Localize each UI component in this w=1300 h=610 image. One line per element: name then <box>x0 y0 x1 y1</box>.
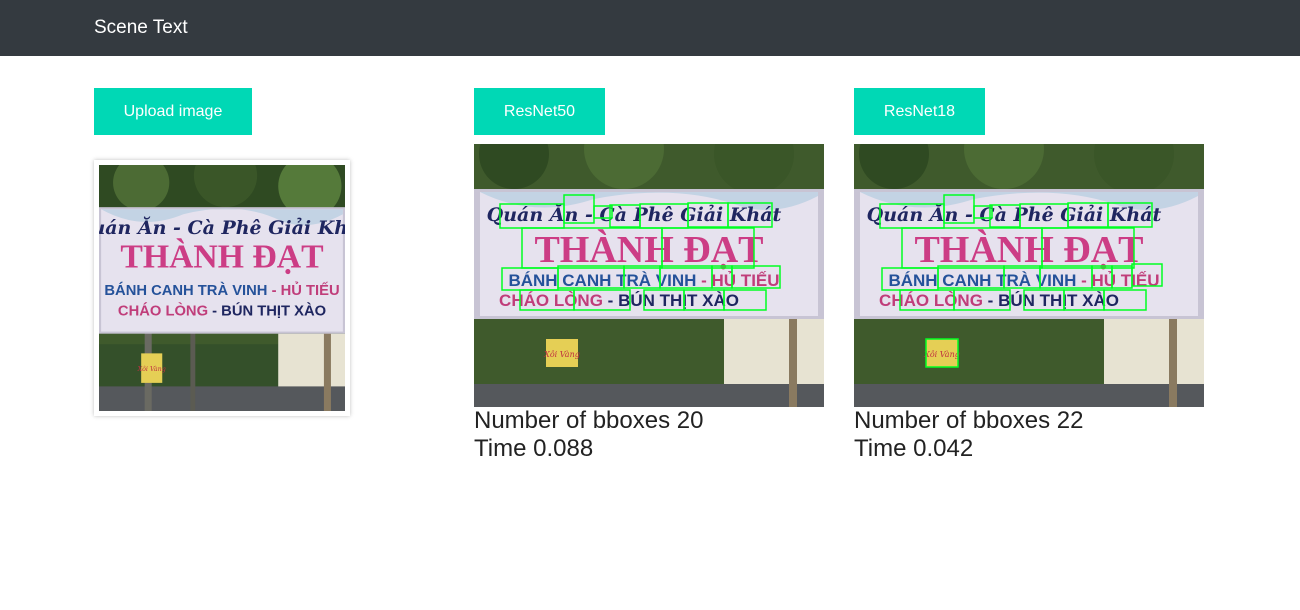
sign-small-text: Xôi Vàng <box>137 366 166 373</box>
result-sign-line3b: HỦ TIẾU <box>712 271 780 290</box>
svg-text:BÁNH CANH TRÀ VINH -: BÁNH CANH TRÀ VINH - HỦ TIẾU <box>104 281 339 299</box>
svg-text:CHÁO LÒNG - BÚN THỊT: CHÁO LÒNG - BÚN THỊT XÀO <box>499 291 739 310</box>
resnet18-result-image: Xôi Vàng Quán Ăn - Cà Phê Giải Khát THÀN… <box>854 144 1204 407</box>
resnet50-bbox-count: Number of bboxes 20 <box>474 407 704 434</box>
result-sign-title: THÀNH ĐẠT <box>534 229 763 271</box>
result-sign-line3a: BÁNH CANH TRÀ VINH <box>508 271 696 290</box>
resnet18-bbox-count: Number of bboxes 22 <box>854 407 1084 434</box>
result-sign-line4a: CHÁO LÒNG <box>499 291 603 310</box>
sign-line3a: BÁNH CANH TRÀ VINH <box>104 282 267 299</box>
resnet50-result-image: Xôi Vàng Quán Ăn - Cà Phê Giải Khát THÀN… <box>474 144 824 407</box>
svg-text:CHÁO LÒNG - BÚN THỊT: CHÁO LÒNG - BÚN THỊT XÀO <box>879 291 1119 310</box>
result18-sign-line4b: BÚN THỊT XÀO <box>998 291 1119 310</box>
resnet50-button[interactable]: ResNet50 <box>474 88 605 135</box>
resnet18-time: Time 0.042 <box>854 435 974 462</box>
result18-sign-small: Xôi Vàng <box>923 350 960 359</box>
resnet18-button[interactable]: ResNet18 <box>854 88 985 135</box>
sign-line3b: HỦ TIẾU <box>281 281 340 299</box>
navbar-brand[interactable]: Scene Text <box>94 17 188 39</box>
result18-sign-title: THÀNH ĐẠT <box>914 229 1143 271</box>
result-sign-small: Xôi Vàng <box>543 350 580 359</box>
result18-sign-line3a: BÁNH CANH TRÀ VINH <box>888 271 1076 290</box>
navbar: Scene Text <box>0 0 1300 56</box>
uploaded-image-card: Xôi Vàng Quán Ăn - Cà Phê Giải Khát THÀN… <box>94 160 350 416</box>
sign-line1: Quán Ăn - Cà Phê Giải Khát <box>99 216 345 239</box>
result18-sign-line3b: HỦ TIẾU <box>1092 271 1160 290</box>
sign-line4a: CHÁO LÒNG <box>118 301 208 319</box>
uploaded-image: Xôi Vàng Quán Ăn - Cà Phê Giải Khát THÀN… <box>99 165 345 411</box>
result-sign-line1: Quán Ăn - Cà Phê Giải Khát <box>487 203 782 226</box>
result-sign-line4b: BÚN THỊT XÀO <box>618 291 739 310</box>
sign-line4b: BÚN THỊT XÀO <box>221 301 326 319</box>
svg-text:BÁNH CANH TRÀ VINH -: BÁNH CANH TRÀ VINH - HỦ TIẾU <box>508 271 779 290</box>
result18-sign-line4a: CHÁO LÒNG <box>879 291 983 310</box>
upload-image-button[interactable]: Upload image <box>94 88 252 135</box>
resnet50-time: Time 0.088 <box>474 435 594 462</box>
svg-text:BÁNH CANH TRÀ VINH -: BÁNH CANH TRÀ VINH - HỦ TIẾU <box>888 271 1159 290</box>
svg-text:CHÁO LÒNG - BÚN: CHÁO LÒNG - BÚN THỊT XÀO <box>118 301 326 319</box>
result18-sign-line1: Quán Ăn - Cà Phê Giải Khát <box>867 203 1162 226</box>
sign-title: THÀNH ĐẠT <box>120 239 323 276</box>
